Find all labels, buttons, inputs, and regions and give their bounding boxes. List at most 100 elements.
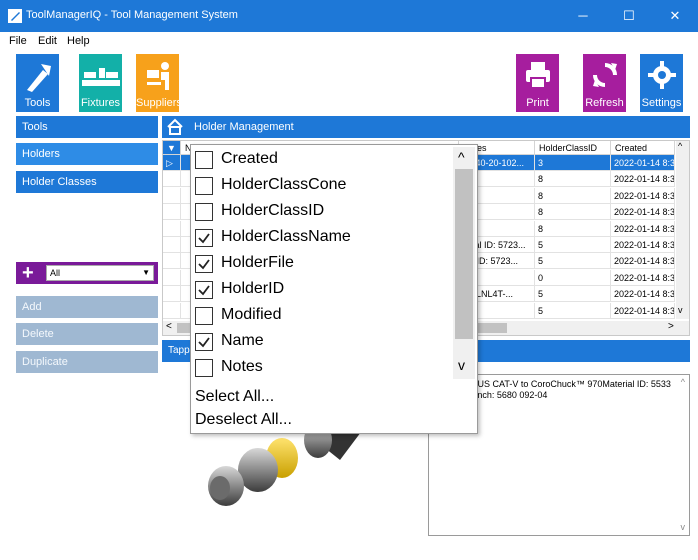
holder-filter-bar: + All ▼ (16, 262, 158, 284)
column-option-holderid[interactable]: HolderID (191, 277, 449, 303)
plus-icon[interactable]: + (22, 262, 34, 284)
chevron-down-icon[interactable]: v (458, 357, 465, 373)
checkmark-icon (198, 285, 210, 296)
holderclassid-cell[interactable]: 8 (535, 204, 611, 221)
menu-help[interactable]: Help (67, 35, 90, 47)
filter-icon[interactable]: ▼ (163, 141, 181, 155)
holder-filter-select[interactable]: All ▼ (46, 265, 154, 281)
created-cell[interactable]: 2022-01-14 8:30 ... (611, 269, 675, 286)
close-button[interactable]: ✕ (652, 0, 698, 32)
select-all-button[interactable]: Select All... (195, 388, 274, 406)
checkbox[interactable] (195, 307, 213, 325)
column-option-label: Created (221, 150, 278, 167)
menu-bar: File Edit Help (0, 32, 698, 52)
chevron-up-icon[interactable]: ^ (458, 149, 465, 165)
created-cell[interactable]: 2022-01-14 8:30 ... (611, 220, 675, 237)
holderclassid-cell[interactable]: 3 (535, 155, 611, 171)
created-cell[interactable]: 2022-01-14 8:30 ... (611, 286, 675, 303)
holder-image (208, 420, 370, 506)
add-button[interactable]: Add (16, 296, 158, 318)
row-indicator[interactable] (163, 302, 181, 319)
created-cell[interactable]: 2022-01-14 8:30 ... (611, 155, 675, 171)
sidebar-item-holders[interactable]: Holders (16, 143, 158, 165)
holderclassid-cell[interactable]: 5 (535, 237, 611, 253)
row-indicator[interactable] (163, 171, 181, 188)
refresh-button[interactable]: Refresh (583, 54, 626, 112)
holderclassid-cell[interactable]: 5 (535, 253, 611, 270)
checkbox[interactable] (195, 151, 213, 169)
popup-scroll-thumb[interactable] (455, 169, 473, 339)
chevron-up-icon[interactable]: ^ (681, 377, 685, 388)
row-indicator[interactable] (163, 220, 181, 237)
column-header-holderclassid[interactable]: HolderClassID (535, 141, 611, 155)
print-label: Print (526, 97, 549, 109)
checkmark-icon (198, 233, 210, 244)
duplicate-button[interactable]: Duplicate (16, 351, 158, 373)
holderclassid-cell[interactable]: 8 (535, 187, 611, 204)
column-option-holderfile[interactable]: HolderFile (191, 251, 449, 277)
checkbox[interactable] (195, 333, 213, 351)
sidebar-item-holder-classes[interactable]: Holder Classes (16, 171, 158, 193)
deselect-all-button[interactable]: Deselect All... (195, 411, 292, 429)
column-header-created[interactable]: Created (611, 141, 675, 155)
column-option-holderclassid[interactable]: HolderClassID (191, 199, 449, 225)
grid-vertical-scrollbar[interactable]: ^ v (676, 141, 689, 319)
home-icon[interactable] (166, 118, 184, 136)
column-option-notes[interactable]: Notes (191, 355, 449, 381)
column-chooser-popup: Created HolderClassCone HolderClassID Holde… (190, 144, 478, 434)
checkbox[interactable] (195, 281, 213, 299)
menu-file[interactable]: File (9, 35, 27, 47)
row-indicator[interactable] (163, 253, 181, 270)
chevron-right-icon[interactable]: > (668, 321, 674, 332)
column-option-holderclassname[interactable]: HolderClassName (191, 225, 449, 251)
holderclassid-cell[interactable]: 5 (535, 286, 611, 303)
suppliers-button[interactable]: Suppliers (136, 54, 179, 112)
created-cell[interactable]: 2022-01-14 8:30 ... (611, 237, 675, 253)
checkbox[interactable] (195, 229, 213, 247)
holder-filter-value: All (50, 268, 61, 278)
checkbox[interactable] (195, 359, 213, 377)
column-option-created[interactable]: Created (191, 147, 449, 173)
maximize-button[interactable]: ☐ (606, 0, 652, 32)
column-option-label: Name (221, 332, 264, 349)
row-indicator[interactable] (163, 286, 181, 303)
chevron-up-icon[interactable]: ^ (678, 141, 682, 151)
holderclassid-cell[interactable]: 5 (535, 302, 611, 319)
tools-button[interactable]: Tools (16, 54, 59, 112)
sidebar: Tools Holders Holder Classes + All ▼ Add… (16, 116, 158, 556)
fixtures-button[interactable]: Fixtures (79, 54, 122, 112)
settings-button[interactable]: Settings (640, 54, 683, 112)
checkbox[interactable] (195, 255, 213, 273)
panel-header: Holder Management (162, 116, 690, 138)
checkbox[interactable] (195, 177, 213, 195)
checkmark-icon (198, 259, 210, 270)
created-cell[interactable]: 2022-01-14 8:30 ... (611, 204, 675, 221)
sidebar-item-tools[interactable]: Tools (16, 116, 158, 138)
popup-scrollbar[interactable]: ^ v (453, 147, 475, 379)
row-indicator[interactable]: ▷ (163, 155, 181, 171)
column-option-holderclasscone[interactable]: HolderClassCone (191, 173, 449, 199)
holderclassid-cell[interactable]: 8 (535, 220, 611, 237)
column-option-modified[interactable]: Modified (191, 303, 449, 329)
row-indicator[interactable] (163, 237, 181, 253)
minimize-button[interactable]: ─ (560, 0, 606, 32)
row-indicator[interactable] (163, 204, 181, 221)
row-indicator[interactable] (163, 269, 181, 286)
print-button[interactable]: Print (516, 54, 559, 112)
chevron-down-icon[interactable]: v (678, 305, 683, 315)
row-indicator[interactable] (163, 187, 181, 204)
gear-icon (647, 61, 676, 89)
created-cell[interactable]: 2022-01-14 8:30 ... (611, 253, 675, 270)
checkbox[interactable] (195, 203, 213, 221)
menu-edit[interactable]: Edit (38, 35, 57, 47)
created-cell[interactable]: 2022-01-14 8:30 ... (611, 302, 675, 319)
created-cell[interactable]: 2022-01-14 8:30 ... (611, 187, 675, 204)
holderclassid-cell[interactable]: 0 (535, 269, 611, 286)
suppliers-label: Suppliers (136, 97, 179, 109)
column-option-name[interactable]: Name (191, 329, 449, 355)
chevron-down-icon[interactable]: v (681, 522, 686, 533)
delete-button[interactable]: Delete (16, 323, 158, 345)
holderclassid-cell[interactable]: 8 (535, 171, 611, 188)
created-cell[interactable]: 2022-01-14 8:30 ... (611, 171, 675, 188)
chevron-left-icon[interactable]: < (166, 321, 172, 332)
